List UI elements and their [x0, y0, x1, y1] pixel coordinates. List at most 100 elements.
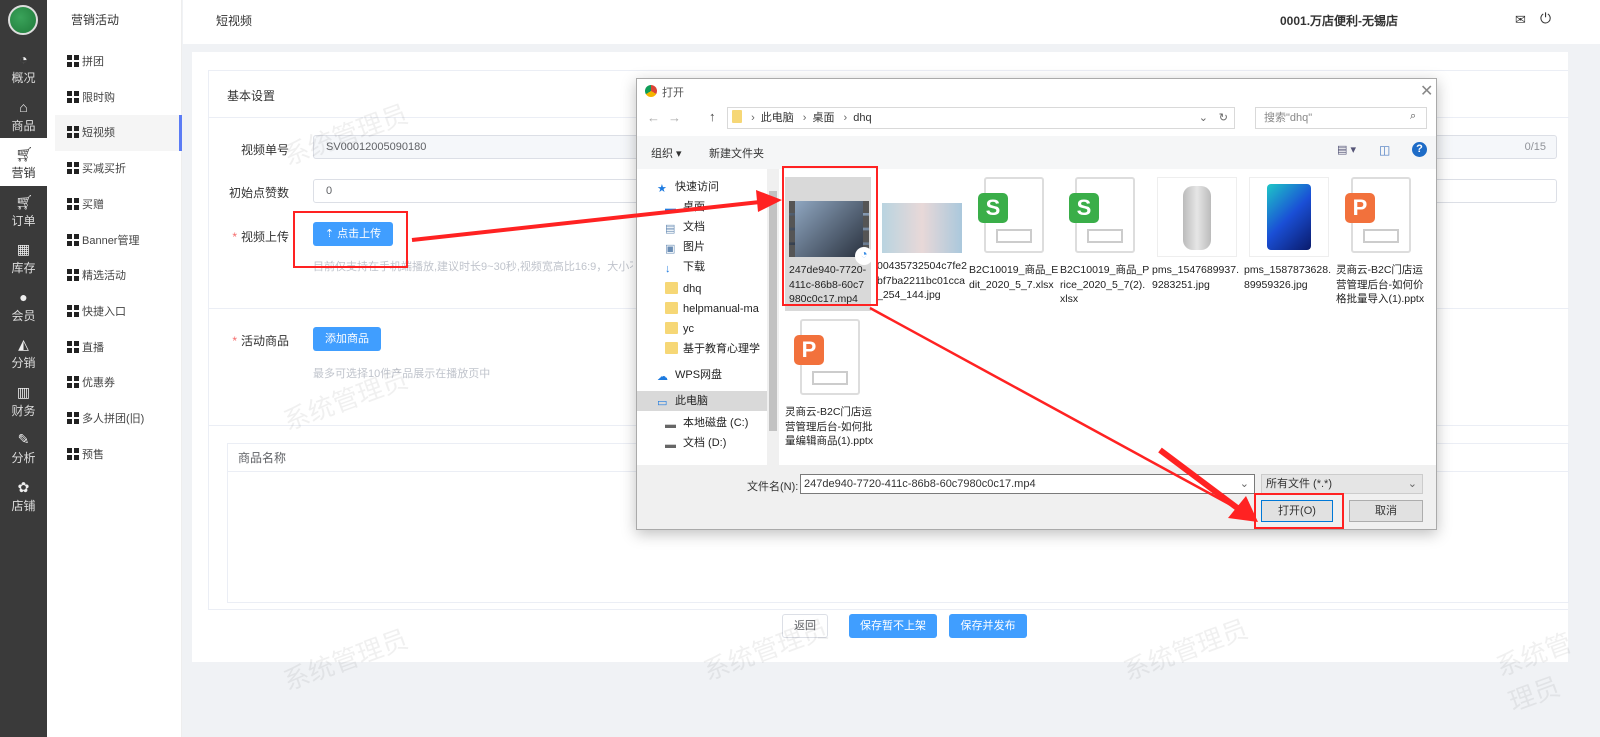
nav-item-1[interactable]: ⌂ 商品 [0, 91, 47, 139]
folder-icon [665, 342, 678, 354]
folder-icon [665, 282, 678, 294]
highlight-upload [293, 211, 408, 268]
tree-item[interactable]: ★ 快速访问 [657, 177, 719, 197]
section-title: 基本设置 [227, 89, 276, 103]
nav-item-3[interactable]: 🛒︎ 订单 [0, 186, 47, 234]
subnav-item[interactable]: 预售 [55, 437, 182, 473]
top-header: 短视频 0001.万店便利-无锡店 ✉ ⏻ [183, 0, 1600, 44]
tree-scrollbar[interactable] [767, 169, 779, 465]
navigation-tree: ★ 快速访问 ▬ 桌面 ▤ 文档 ▣ 图片 ↓ 下载 dhq helpmanual-ma yc 基于教育心… [637, 169, 767, 465]
subnav-item[interactable]: 买赠 [55, 187, 182, 223]
file-item[interactable]: S B2C10019_商品_Edit_2020_5_7.xlsx [969, 177, 1059, 292]
save-publish-button[interactable]: 保存并发布 [949, 614, 1027, 638]
subnav-item[interactable]: 优惠券 [55, 365, 182, 401]
nav-item-6[interactable]: ◭ 分销 [0, 328, 47, 376]
chevron-down-icon: ⌄ [1198, 112, 1208, 124]
tree-item[interactable]: ▣ 图片 [665, 237, 705, 257]
subnav-item[interactable]: 精选活动 [55, 258, 182, 294]
grid-icon [67, 304, 79, 317]
subnav-item[interactable]: 直播 [55, 330, 182, 366]
tree-item[interactable]: 基于教育心理学 [665, 339, 760, 359]
nav-item-label: 会员 [11, 308, 36, 323]
filename-input[interactable]: 247de940-7720-411c-86b8-60c7980c0c17.mp4… [800, 474, 1255, 494]
subnav-label: 精选活动 [82, 270, 126, 283]
grid-icon [67, 412, 79, 424]
nav-item-9[interactable]: ✿ 店铺 [0, 471, 47, 519]
tree-item[interactable]: ▤ 文档 [665, 217, 705, 237]
disk-icon: ▬ [665, 439, 676, 451]
organize-button[interactable]: 组织 ▾ [651, 145, 682, 161]
path-segment[interactable]: dhq [853, 112, 871, 124]
xlsx-thumbnail: S [974, 177, 1054, 257]
store-name[interactable]: 0001.万店便利-无锡店 [1280, 12, 1398, 29]
subnav-item[interactable]: 多人拼团(旧) [55, 401, 182, 437]
tree-item[interactable]: ☁ WPS网盘 [657, 365, 722, 385]
preview-pane-icon[interactable]: ◫ [1379, 143, 1390, 157]
nav-item-label: 商品 [11, 118, 36, 133]
view-options-icon[interactable]: ▤ ▾ [1337, 143, 1356, 156]
mail-icon[interactable]: ✉ [1515, 12, 1526, 28]
nav-item-8[interactable]: ✎ 分析 [0, 423, 47, 471]
subnav-item[interactable]: 拼团 [55, 44, 182, 80]
power-icon[interactable]: ⏻ [1540, 10, 1551, 27]
pptx-thumbnail: P [1341, 177, 1421, 257]
subnav-item[interactable]: Banner管理 [55, 223, 182, 259]
nav-item-label: 店铺 [11, 498, 36, 513]
tree-item[interactable]: ▬ 文档 (D:) [665, 433, 726, 453]
tree-item[interactable]: ▭ 此电脑 [637, 391, 767, 411]
inventory-icon: ▦ [16, 241, 31, 257]
subnav-label: Banner管理 [82, 234, 140, 247]
file-item[interactable]: S B2C10019_商品_Price_2020_5_7(2).xlsx [1060, 177, 1150, 307]
help-icon[interactable]: ? [1412, 142, 1427, 157]
subnav-item[interactable]: 短视频 [55, 115, 182, 152]
file-item[interactable]: pms_1547689937.9283251.jpg [1152, 177, 1242, 292]
desk-icon: ▬ [665, 203, 676, 215]
nav-item-2[interactable]: 🛒︎ 营销 [0, 138, 47, 186]
up-icon[interactable]: ↑ [709, 109, 716, 124]
tree-item[interactable]: ▬ 桌面 [665, 197, 705, 217]
file-name: 灵商云-B2C门店运营管理后台-如何批量编辑商品(1).pptx [785, 406, 874, 447]
nav-item-4[interactable]: ▦ 库存 [0, 233, 47, 281]
new-folder-button[interactable]: 新建文件夹 [709, 145, 764, 161]
subnav-label: 直播 [82, 341, 104, 354]
grid-icon [67, 55, 79, 67]
file-item[interactable]: pms_1587873628.89959326.jpg [1244, 177, 1334, 292]
subnav-item[interactable]: 限时购 [55, 80, 182, 116]
char-count: 0/15 [1524, 141, 1546, 153]
filename-label: 文件名(N): [747, 481, 799, 493]
address-bar[interactable]: › 此电脑 › 桌面 › dhq ⌄ ↻ [727, 107, 1235, 129]
tree-item[interactable]: ↓ 下载 [665, 257, 705, 277]
nav-item-7[interactable]: ▥ 财务 [0, 376, 47, 424]
file-item[interactable]: 00435732504c7fe2bf7ba2211bc01cca_254_144… [877, 177, 967, 303]
tree-item[interactable]: dhq [665, 279, 701, 299]
nav-item-label: 营销 [11, 166, 36, 180]
subnav-item[interactable]: 快捷入口 [55, 294, 182, 330]
search-input[interactable]: 搜索"dhq" [1255, 107, 1427, 129]
file-name: pms_1587873628.89959326.jpg [1244, 264, 1331, 291]
pic-icon: ▣ [665, 243, 676, 255]
close-icon[interactable]: ✕ [1420, 81, 1433, 101]
tree-item[interactable]: helpmanual-ma [665, 299, 759, 319]
add-goods-button[interactable]: 添加商品 [313, 327, 381, 351]
save-draft-button[interactable]: 保存暂不上架 [849, 614, 937, 638]
nav-item-label: 概况 [11, 71, 36, 85]
highlight-selected-file [782, 166, 878, 306]
file-item[interactable]: P 灵商云-B2C门店运营管理后台-如何价格批量导入(1).pptx [1336, 177, 1426, 307]
cancel-button[interactable]: 取消 [1349, 500, 1423, 522]
grid-icon [67, 376, 79, 389]
path-segment[interactable]: 桌面 [812, 112, 834, 124]
path-segment[interactable]: 此电脑 [761, 112, 794, 124]
tree-item[interactable]: yc [665, 319, 694, 339]
primary-sidebar: ◔ 概况 ⌂ 商品 🛒︎ 营销 🛒︎ 订单 ▦ 库存 ● 会员 ◭ 分销 ▥ 财务 ✎ 分析 ✿ 店铺 [0, 0, 47, 737]
nav-back-forward-icons[interactable]: ←→ [647, 110, 689, 125]
pptx-thumbnail: P [790, 319, 870, 399]
nav-item-5[interactable]: ● 会员 [0, 281, 47, 329]
nav-item-label: 财务 [11, 403, 36, 418]
file-type-select[interactable]: 所有文件 (*.*) ⌄ [1261, 474, 1423, 494]
file-item[interactable]: P 灵商云-B2C门店运营管理后台-如何批量编辑商品(1).pptx [785, 319, 875, 449]
nav-item-label: 分销 [11, 356, 36, 370]
tree-item[interactable]: ▬ 本地磁盘 (C:) [665, 413, 748, 433]
store-icon: ✿ [17, 478, 30, 495]
nav-item-0[interactable]: ◔ 概况 [0, 43, 47, 91]
subnav-item[interactable]: 买减买折 [55, 151, 182, 187]
